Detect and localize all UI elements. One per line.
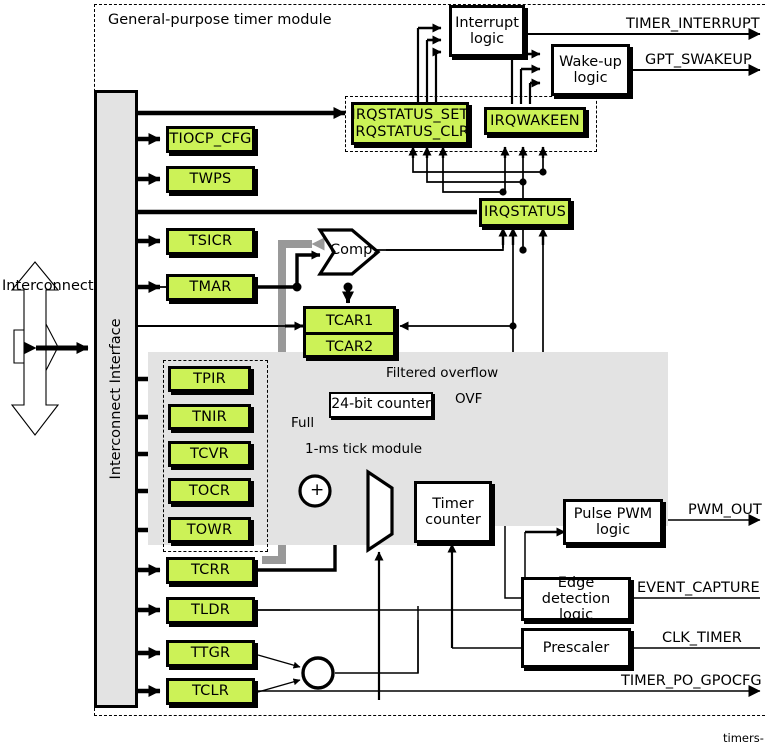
figure-caption: timers-005 — [723, 731, 764, 746]
signal-timer-po-gpocfg: TIMER_PO_GPOCFG — [621, 673, 762, 689]
register-tpir[interactable]: TPIR — [168, 366, 251, 392]
label-ovf: OVF — [455, 391, 483, 407]
register-towr[interactable]: TOWR — [168, 517, 251, 543]
module-title: General-purpose timer module — [108, 12, 332, 28]
signal-event-capture: EVENT_CAPTURE — [637, 580, 760, 596]
signal-timer-interrupt: TIMER_INTERRUPT — [626, 16, 760, 32]
register-tsicr[interactable]: TSICR — [166, 228, 255, 255]
interrupt-logic-block: Interrupt logic — [449, 5, 525, 57]
register-label: TCAR1 — [325, 312, 374, 329]
register-label: TTGR — [190, 645, 231, 662]
wakeup-logic-line1: Wake-up — [559, 53, 622, 70]
wakeup-logic-block: Wake-up logic — [551, 44, 630, 96]
tick-module-label: 1-ms tick module — [305, 441, 423, 457]
timer-counter-line1: Timer — [432, 495, 474, 512]
wakeup-logic-line2: logic — [573, 70, 608, 86]
or-gate-shape — [301, 656, 335, 690]
interconnect-interface-label: Interconnect Interface — [108, 318, 124, 480]
register-label: TLDR — [191, 602, 230, 619]
irqstatus-set-label: IRQSTATUS_SET — [351, 107, 469, 124]
signal-clk-timer: CLK_TIMER — [662, 630, 742, 646]
register-irqwakeen[interactable]: IRQWAKEEN — [484, 107, 586, 135]
pwm-logic-line1: Pulse PWM — [573, 505, 653, 522]
register-tnir[interactable]: TNIR — [168, 404, 251, 430]
label-full: Full — [291, 415, 315, 431]
register-label: TNIR — [192, 408, 227, 425]
interrupt-logic-line2: logic — [469, 31, 505, 47]
register-tmar[interactable]: TMAR — [166, 274, 255, 301]
pwm-logic-line2: logic — [595, 522, 631, 538]
prescaler-label: Prescaler — [542, 639, 610, 656]
adder-label: + — [310, 480, 325, 500]
register-label: TOCR — [188, 482, 231, 499]
timer-block-diagram: General-purpose timer module Interconnec… — [0, 0, 767, 746]
interconnect-interface: Interconnect Interface — [94, 90, 138, 708]
register-label: TCAR2 — [325, 338, 374, 355]
edge-detect-line1: Edge detection — [541, 574, 611, 607]
register-label: TWPS — [189, 171, 232, 188]
register-tcar1[interactable]: TCAR1 — [306, 309, 393, 335]
timer-counter-block: Timer counter — [414, 481, 492, 543]
pulse-pwm-logic-block: Pulse PWM logic — [563, 499, 663, 545]
register-tclr[interactable]: TCLR — [166, 678, 255, 705]
register-label: IRQSTATUS — [484, 204, 566, 221]
register-tcar-pair[interactable]: TCAR1 TCAR2 — [303, 306, 396, 358]
register-irqstatus-set-clr[interactable]: IRQSTATUS_SET IRQSTATUS_CLR — [351, 102, 469, 145]
label-filtered-overflow: Filtered overflow — [386, 365, 499, 381]
counter-24bit-label: 24-bit counter — [331, 396, 431, 413]
register-tcrr[interactable]: TCRR — [166, 557, 255, 584]
edge-detect-line2: logic — [558, 607, 594, 624]
comparator-label: Comp. — [330, 242, 377, 258]
interconnect-label: Interconnect — [2, 278, 94, 294]
register-tocr[interactable]: TOCR — [168, 478, 251, 504]
register-label: TSICR — [188, 233, 233, 250]
interrupt-logic-line1: Interrupt — [455, 14, 519, 31]
register-label: TMAR — [189, 279, 232, 296]
register-label: IRQWAKEEN — [490, 112, 580, 129]
register-tldr[interactable]: TLDR — [166, 597, 255, 624]
register-label: TCLR — [191, 683, 230, 700]
register-label: TOWR — [186, 521, 233, 538]
register-tiocp-cfg[interactable]: TIOCP_CFG — [166, 126, 255, 153]
register-label: TPIR — [193, 370, 226, 387]
multiplexer-shape — [366, 469, 394, 553]
signal-gpt-swakeup: GPT_SWAKEUP — [645, 52, 752, 68]
register-label: TCRR — [190, 562, 231, 579]
timer-counter-line2: counter — [425, 512, 481, 528]
register-tcar2[interactable]: TCAR2 — [306, 335, 393, 358]
register-tcvr[interactable]: TCVR — [168, 441, 251, 467]
register-label: TIOCP_CFG — [169, 131, 252, 148]
prescaler-block: Prescaler — [521, 628, 631, 668]
register-irqstatus[interactable]: IRQSTATUS — [479, 198, 571, 227]
irqstatus-clr-label: IRQSTATUS_CLR — [350, 123, 470, 140]
counter-24bit-block: 24-bit counter — [329, 392, 433, 418]
register-twps[interactable]: TWPS — [166, 166, 255, 193]
register-label: TCVR — [190, 445, 229, 462]
edge-detection-logic-block: Edge detection logic — [521, 574, 631, 624]
register-ttgr[interactable]: TTGR — [166, 640, 255, 667]
signal-pwm-out: PWM_OUT — [688, 502, 762, 518]
